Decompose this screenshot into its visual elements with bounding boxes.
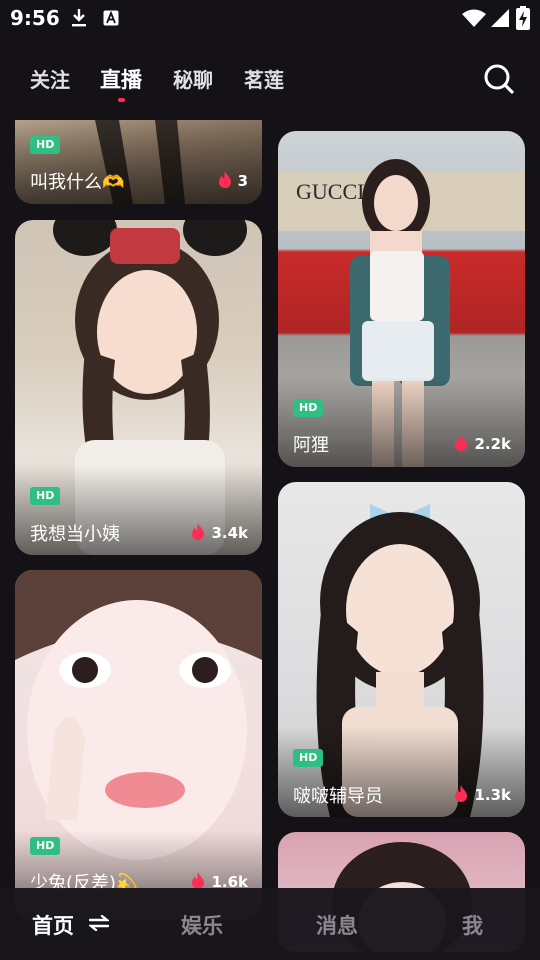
top-tab-bar: 关注 直播 秘聊 茗莲 bbox=[0, 58, 540, 102]
status-bar: 9:56 bbox=[0, 0, 540, 36]
flame-icon bbox=[218, 171, 231, 188]
streamer-name: 我想当小姨 bbox=[30, 524, 120, 545]
battery-charging-icon bbox=[516, 6, 530, 30]
viewer-count-value: 3.4k bbox=[211, 524, 248, 542]
streamer-name: 啵啵辅导员 bbox=[293, 786, 383, 807]
signal-icon bbox=[491, 9, 509, 27]
streamer-name: 阿狸 bbox=[293, 435, 329, 456]
tab-minglian[interactable]: 茗莲 bbox=[244, 64, 284, 93]
nav-home[interactable]: 首页 bbox=[32, 910, 111, 940]
svg-text:GUCCI: GUCCI bbox=[296, 179, 364, 204]
flame-icon bbox=[455, 785, 468, 802]
viewer-count-value: 1.3k bbox=[474, 786, 511, 804]
nav-messages[interactable]: 消息 bbox=[316, 910, 358, 940]
live-card[interactable]: HD 少兔(反差)💫 1.6k bbox=[15, 570, 262, 920]
bottom-nav: 首页 娱乐 消息 我 bbox=[0, 888, 540, 960]
wifi-icon bbox=[462, 9, 486, 27]
search-icon[interactable] bbox=[482, 62, 516, 96]
tab-follow[interactable]: 关注 bbox=[30, 64, 70, 93]
hd-badge: HD bbox=[293, 749, 324, 767]
viewer-count-value: 2.2k bbox=[474, 435, 511, 453]
viewer-count: 3.4k bbox=[191, 523, 248, 542]
viewer-count-value: 3 bbox=[237, 172, 248, 190]
live-card[interactable]: HD 叫我什么🫶 3 bbox=[15, 120, 262, 204]
nav-me[interactable]: 我 bbox=[462, 910, 483, 940]
hd-badge: HD bbox=[30, 487, 61, 505]
flame-icon bbox=[192, 872, 205, 889]
status-time: 9:56 bbox=[10, 6, 60, 30]
active-tab-indicator bbox=[118, 98, 125, 102]
live-card[interactable]: HD 我想当小姨 3.4k bbox=[15, 220, 262, 555]
hd-badge: HD bbox=[30, 136, 61, 154]
viewer-count: 3 bbox=[218, 171, 248, 190]
swap-arrows-icon bbox=[87, 914, 111, 932]
viewer-count: 2.2k bbox=[454, 434, 511, 453]
a-letter-icon bbox=[103, 10, 119, 26]
flame-icon bbox=[455, 434, 468, 451]
tab-private-chat[interactable]: 秘聊 bbox=[173, 64, 213, 93]
viewer-count: 1.3k bbox=[454, 785, 511, 804]
live-card[interactable]: HD 啵啵辅导员 1.3k bbox=[278, 482, 525, 817]
streamer-name: 叫我什么🫶 bbox=[30, 172, 125, 193]
tab-live[interactable]: 直播 bbox=[100, 64, 142, 94]
hd-badge: HD bbox=[30, 837, 61, 855]
hd-badge: HD bbox=[293, 399, 324, 417]
download-icon bbox=[72, 9, 86, 27]
nav-home-label: 首页 bbox=[32, 914, 74, 938]
nav-entertainment[interactable]: 娱乐 bbox=[181, 910, 223, 940]
live-card[interactable]: GUCCI HD 阿狸 2.2k bbox=[278, 131, 525, 467]
flame-icon bbox=[192, 523, 205, 540]
